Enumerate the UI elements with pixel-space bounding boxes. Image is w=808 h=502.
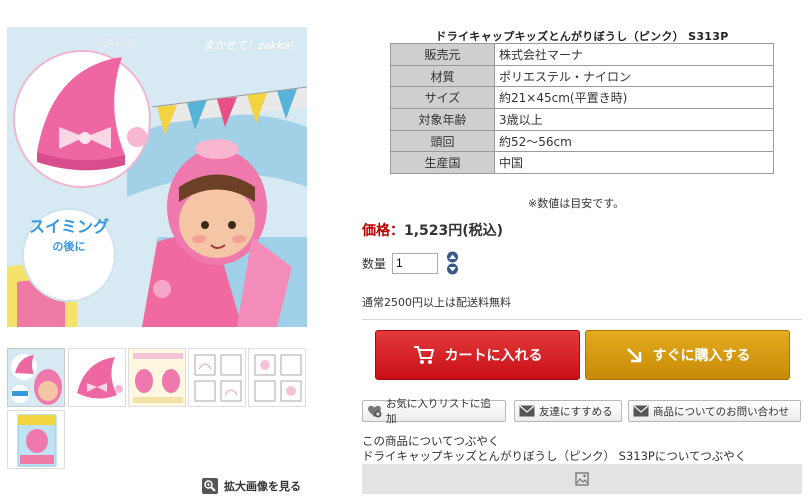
- spec-value: ポリエステル・ナイロン: [494, 64, 774, 88]
- tweet-heading: この商品についてつぶやく: [362, 434, 500, 448]
- add-to-cart-button[interactable]: カートに入れる: [375, 330, 580, 380]
- site-logo-sub: まかせて！zakka!: [203, 39, 295, 52]
- main-product-image: MARIN まかせて！zakka! スイミング の後に: [7, 27, 307, 327]
- heart-icon: [367, 405, 382, 418]
- spec-value: 約21×45cm(平置き時): [494, 86, 774, 110]
- thumbnail-6-image: [8, 411, 64, 468]
- spec-row: 材質 ポリエステル・ナイロン: [390, 64, 774, 88]
- thumbnail-6[interactable]: [7, 410, 65, 469]
- recommend-label: 友達にすすめる: [539, 405, 613, 418]
- add-to-cart-label: カートに入れる: [444, 348, 543, 364]
- spec-key: 販売元: [390, 43, 495, 66]
- zoom-in-icon: [202, 478, 218, 494]
- divider: [362, 319, 802, 320]
- mail-icon: [519, 405, 535, 417]
- spec-table: 販売元 株式会社マーナ 材質 ポリエステル・ナイロン サイズ 約21×45cm(…: [390, 43, 774, 175]
- cart-icon: [413, 346, 434, 364]
- badge-line1: スイミング: [28, 217, 109, 236]
- product-title: ドライキャップキッズとんがりぼうし（ピンク） S313P: [435, 30, 729, 43]
- spec-key: 材質: [390, 64, 495, 88]
- spec-key: 頭回: [390, 129, 495, 153]
- spec-key: 対象年齢: [390, 108, 495, 131]
- thumbnail-1[interactable]: [7, 348, 65, 407]
- quantity-label: 数量: [362, 256, 387, 271]
- arrow-down-right-icon: [626, 348, 641, 363]
- thumbnail-4-image: [189, 349, 245, 406]
- price: 価格：1,523円(税込): [362, 220, 503, 240]
- spec-row: 販売元 株式会社マーナ: [390, 43, 774, 66]
- mail-icon: [633, 405, 649, 417]
- price-value: 1,523円(税込): [404, 223, 504, 239]
- tweet-image-placeholder: [362, 464, 802, 494]
- thumbnail-2[interactable]: [68, 348, 126, 407]
- stepper-arrows-icon: [447, 251, 459, 275]
- spec-value: 中国: [494, 151, 774, 175]
- thumbnail-1-image: [8, 349, 64, 406]
- quantity-input[interactable]: [392, 252, 439, 274]
- thumbnail-3-image: [129, 349, 185, 406]
- thumbnail-5-image: [249, 349, 305, 406]
- recommend-to-friend-button[interactable]: 友達にすすめる: [514, 400, 622, 422]
- product-illustration: [7, 27, 307, 327]
- swimming-badge: スイミング の後に: [23, 213, 115, 254]
- buy-now-button[interactable]: すぐに購入する: [585, 330, 790, 380]
- spec-row: 頭回 約52～56cm: [390, 129, 774, 153]
- thumbnail-4[interactable]: [188, 348, 246, 407]
- tweet-link[interactable]: ドライキャップキッズとんがりぼうし（ピンク） S313Pについてつぶやく: [362, 448, 746, 464]
- spec-value: 3歳以上: [494, 108, 774, 131]
- broken-image-icon: [575, 472, 589, 486]
- site-logo: MARIN: [97, 37, 136, 50]
- spec-value: 約52～56cm: [494, 129, 774, 153]
- spec-row: 対象年齢 3歳以上: [390, 108, 774, 131]
- thumbnail-5[interactable]: [248, 348, 306, 407]
- quantity-stepper[interactable]: [444, 251, 461, 275]
- thumbnail-2-image: [69, 349, 125, 406]
- spec-note: ※数値は目安です。: [528, 197, 625, 210]
- inquiry-label: 商品についてのお問い合わせ: [653, 405, 790, 418]
- spec-row: サイズ 約21×45cm(平置き時): [390, 86, 774, 110]
- product-inquiry-button[interactable]: 商品についてのお問い合わせ: [628, 400, 801, 422]
- spec-value: 株式会社マーナ: [494, 43, 774, 66]
- badge-line2: の後に: [52, 240, 86, 253]
- zoom-image-label: 拡大画像を見る: [224, 480, 301, 493]
- quantity-row: 数量: [362, 251, 461, 275]
- shipping-note: 通常2500円以上は配送料無料: [362, 296, 511, 309]
- buy-now-label: すぐに購入する: [652, 348, 751, 364]
- add-to-favorites-label: お気に入りリストに追加: [385, 398, 491, 425]
- thumbnail-3[interactable]: [128, 348, 186, 407]
- spec-row: 生産国 中国: [390, 151, 774, 175]
- spec-key: サイズ: [390, 86, 495, 110]
- spec-key: 生産国: [390, 151, 495, 175]
- add-to-favorites-button[interactable]: お気に入りリストに追加: [362, 398, 506, 425]
- price-label: 価格：: [362, 223, 404, 239]
- zoom-image-link[interactable]: 拡大画像を見る: [202, 478, 301, 494]
